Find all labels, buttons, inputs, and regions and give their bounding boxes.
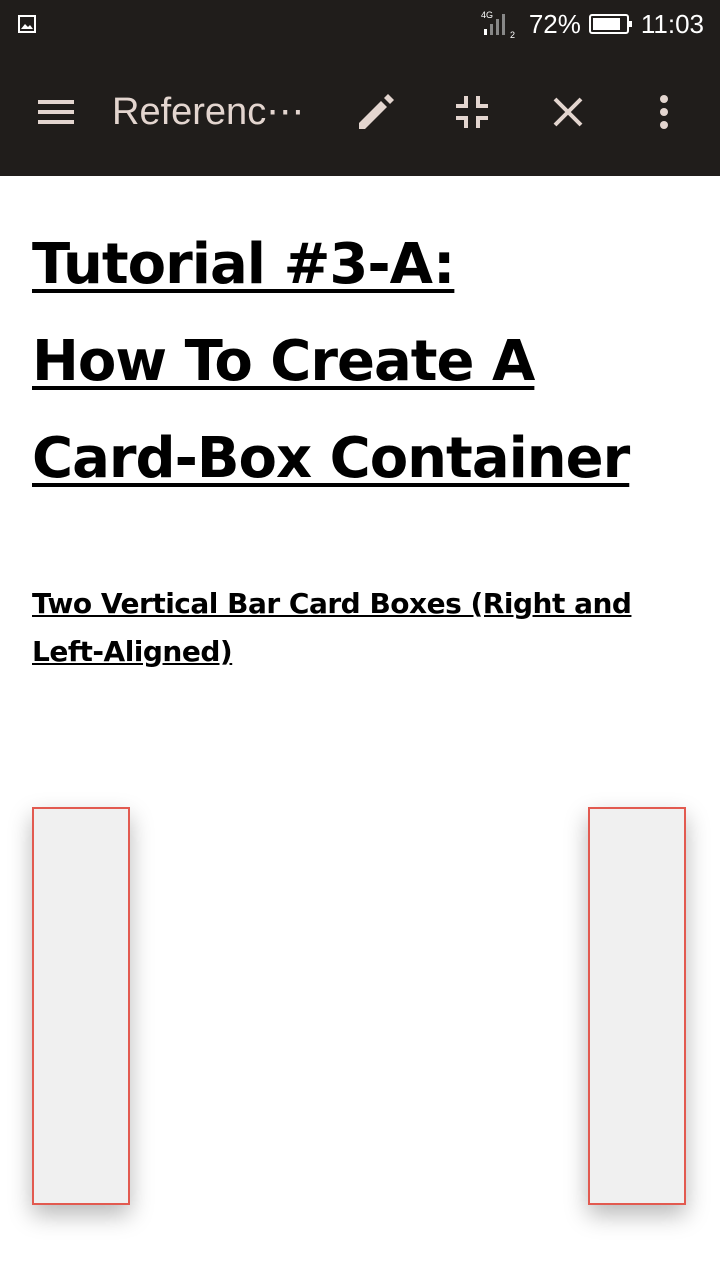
edit-button[interactable] <box>352 88 400 136</box>
more-vert-icon <box>660 95 668 129</box>
close-icon <box>553 97 583 127</box>
edit-icon <box>359 94 394 129</box>
title-line-3: Card-Box Container <box>32 426 630 491</box>
close-button[interactable] <box>544 88 592 136</box>
network-type: 4G <box>481 10 493 20</box>
menu-icon <box>38 100 74 124</box>
title-line-2: How To Create A <box>32 329 535 394</box>
battery-icon <box>588 14 632 34</box>
app-toolbar: Referenc⋯ <box>0 48 720 176</box>
more-options-button[interactable] <box>640 88 688 136</box>
menu-button[interactable] <box>32 88 80 136</box>
status-right: 4G 2 72% 11:03 <box>481 0 704 48</box>
section-subtitle: Two Vertical Bar Card Boxes (Right and L… <box>32 587 632 668</box>
sim-slot: 2 <box>510 30 515 39</box>
toolbar-title: Referenc⋯ <box>112 91 305 133</box>
image-notification-icon <box>18 15 36 33</box>
title-line-1: Tutorial #3-A: <box>32 232 455 297</box>
article-content: Tutorial #3-A: How To Create A Card-Box … <box>32 176 692 668</box>
left-vertical-card-box <box>32 807 130 1205</box>
collapse-icon <box>456 96 488 128</box>
exit-fullscreen-button[interactable] <box>448 88 496 136</box>
right-vertical-card-box <box>588 807 686 1205</box>
page-title: Tutorial #3-A: How To Create A Card-Box … <box>32 216 692 507</box>
clock: 11:03 <box>640 8 704 39</box>
status-bar: 4G 2 72% 11:03 <box>0 0 720 48</box>
battery-percent: 72% <box>528 8 581 39</box>
signal-icon: 4G 2 <box>481 10 515 39</box>
